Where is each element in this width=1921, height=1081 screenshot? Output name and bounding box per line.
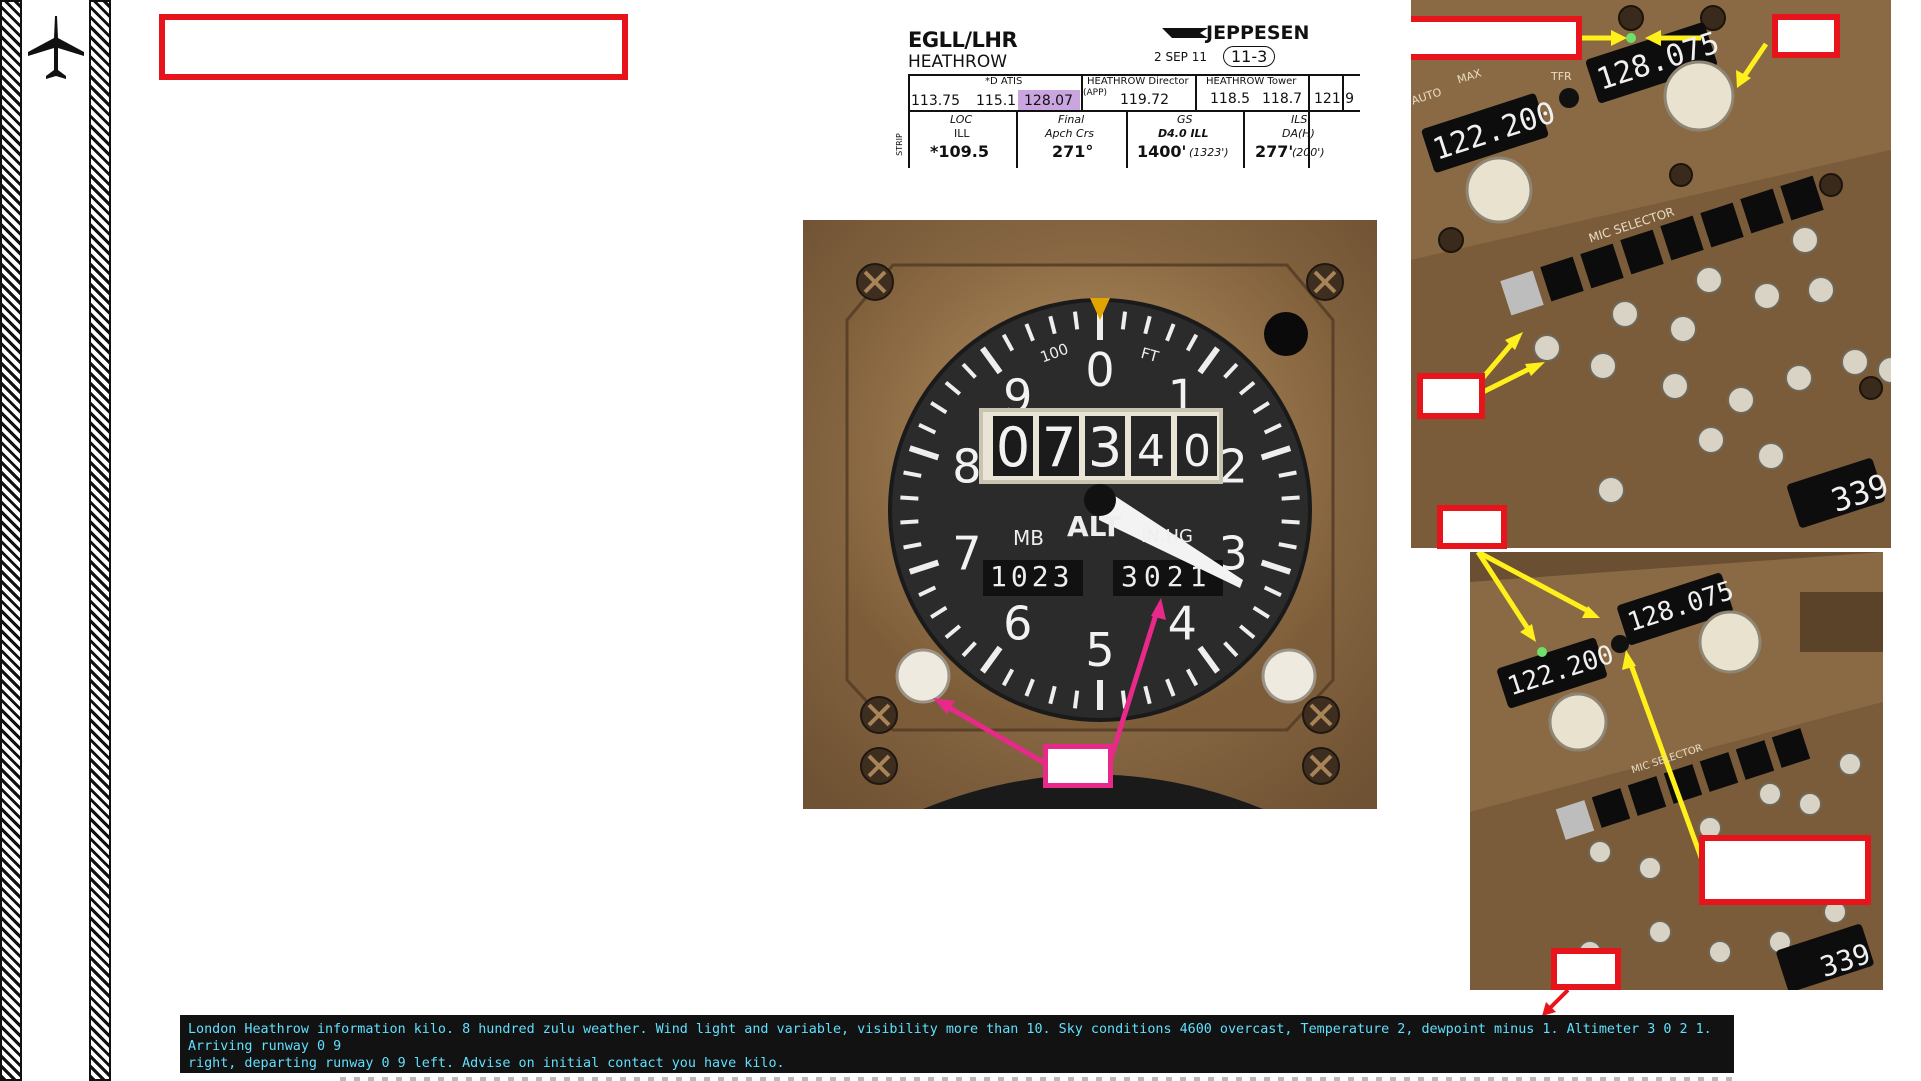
loc-label: LOC <box>950 113 973 126</box>
dial-numeral: 5 <box>1085 623 1114 677</box>
inhg-readout: 3021 <box>1121 560 1213 593</box>
callout-pilot-note <box>1699 835 1871 905</box>
callout-active-light <box>1411 16 1582 60</box>
dial-tick <box>1120 311 1128 330</box>
bottom-strip <box>340 1077 1740 1081</box>
gs-label: GS <box>1177 113 1193 126</box>
freq-knob-right-2[interactable] <box>1698 610 1762 674</box>
dial-tick <box>900 519 919 525</box>
loc-freq: *109.5 <box>930 142 989 161</box>
director-freq: 119.72 <box>1120 92 1169 108</box>
baro-knob-left[interactable] <box>895 648 951 704</box>
atis-freq-1: 113.75 <box>911 93 960 109</box>
callout-standby-freq <box>1437 505 1507 549</box>
airport-name: HEATHROW <box>908 52 1008 72</box>
radio-panel-bottom: 128.075 122.200 MIC SELECTOR 339 <box>1470 552 1883 990</box>
final-label: Final <box>1058 113 1085 126</box>
dial-numeral: 7 <box>952 526 981 580</box>
gs-sub: D4.0 ILL <box>1158 127 1209 140</box>
airport-code: EGLL/LHR <box>908 28 1018 52</box>
tfr-button[interactable] <box>1559 88 1579 108</box>
dial-numeral: 6 <box>1003 596 1032 650</box>
dial-numeral: 8 <box>952 440 981 494</box>
drum-digit: 3 <box>1088 416 1122 479</box>
drum-digit: 0 <box>1183 426 1211 477</box>
dial-tick <box>1281 495 1300 501</box>
radio-panel-top: 128.075 122.200 MIC SELECTOR AUTO MAX TF… <box>1411 0 1891 548</box>
strip-label: STRIP <box>894 133 904 156</box>
ils-da: 277' <box>1255 142 1294 161</box>
drum-digit: 4 <box>1137 426 1165 477</box>
caption-arrow <box>1542 988 1570 1016</box>
freq-knob-left-2[interactable] <box>1548 692 1608 752</box>
label-alt: ALT <box>1067 510 1121 543</box>
dial-tick <box>1072 311 1080 330</box>
label-inhg: IN.HG <box>1141 526 1193 547</box>
label-mb: MB <box>1013 526 1044 550</box>
drum-digit: 7 <box>1042 416 1076 479</box>
title-callout-box <box>159 14 628 80</box>
callout-active-freq <box>1772 14 1840 58</box>
standby-indicator-light <box>1537 647 1547 657</box>
active-indicator-light <box>1626 33 1636 43</box>
dial-numeral: 0 <box>1085 343 1114 397</box>
drum-digit: 0 <box>996 416 1030 479</box>
airplane-icon <box>28 16 84 79</box>
callout-mic-selector <box>1417 373 1485 419</box>
tower-header: HEATHROW Tower <box>1206 76 1297 87</box>
atis-freq-3: 128.07 <box>1024 93 1073 109</box>
left-rail-hatch <box>0 0 22 1081</box>
tower-freq-1: 118.5 <box>1210 91 1251 107</box>
pink-callout-box <box>1043 744 1113 788</box>
gs-altitude: 1400' <box>1137 142 1187 161</box>
final-course: 271° <box>1052 142 1094 161</box>
drum-counter: 07340 <box>993 416 1217 479</box>
chart-number: 11-3 <box>1223 46 1276 67</box>
mb-readout: 1023 <box>990 560 1074 593</box>
ils-label: ILS <box>1291 113 1308 126</box>
jeppesen-chart-header: EGLL/LHR HEATHROW JEPPESEN 2 SEP 11 11-3… <box>895 18 1360 168</box>
label-tfr: TFR <box>1551 70 1572 83</box>
dial-tick <box>1120 690 1128 709</box>
atis-freq-2: 115.1 <box>976 93 1017 109</box>
ils-height: (200') <box>1292 146 1325 159</box>
dial-numeral: 4 <box>1168 596 1197 650</box>
tower-freq-2: 118.7 <box>1262 91 1303 107</box>
final-sub: Apch Crs <box>1045 127 1094 140</box>
gs-height: (1323') <box>1189 146 1229 159</box>
tfr-button-2[interactable] <box>1611 635 1629 653</box>
altimeter-photo: 0123456789 07340 100 FT MB ALT IN.HG 102… <box>803 220 1377 809</box>
dial-tick <box>1072 690 1080 709</box>
director-sub: (APP) <box>1083 88 1108 98</box>
tower-freq-3: 121.9 <box>1314 91 1355 107</box>
callout-caption <box>1551 948 1621 990</box>
atis-caption: London Heathrow information kilo. 8 hund… <box>180 1015 1734 1073</box>
jeppesen-brand: JEPPESEN <box>1206 22 1310 44</box>
dial-tick <box>900 495 919 501</box>
loc-ident: ILL <box>954 127 970 140</box>
chart-date: 2 SEP 11 <box>1154 50 1207 64</box>
caption-line-1: London Heathrow information kilo. 8 hund… <box>188 1022 1712 1054</box>
director-header: HEATHROW Director <box>1087 76 1189 87</box>
dial-tick <box>1281 519 1300 525</box>
freq-knob-left[interactable] <box>1465 156 1533 224</box>
jeppesen-logo-icon <box>1162 28 1208 38</box>
atis-header: *D ATIS <box>985 76 1023 87</box>
baro-knob-right[interactable] <box>1261 648 1317 704</box>
right-rail-hatch <box>89 0 111 1081</box>
ils-sub: DA(H) <box>1282 127 1315 140</box>
caption-line-2: right, departing runway 0 9 left. Advise… <box>188 1056 785 1071</box>
bezel-hole <box>1264 312 1308 356</box>
